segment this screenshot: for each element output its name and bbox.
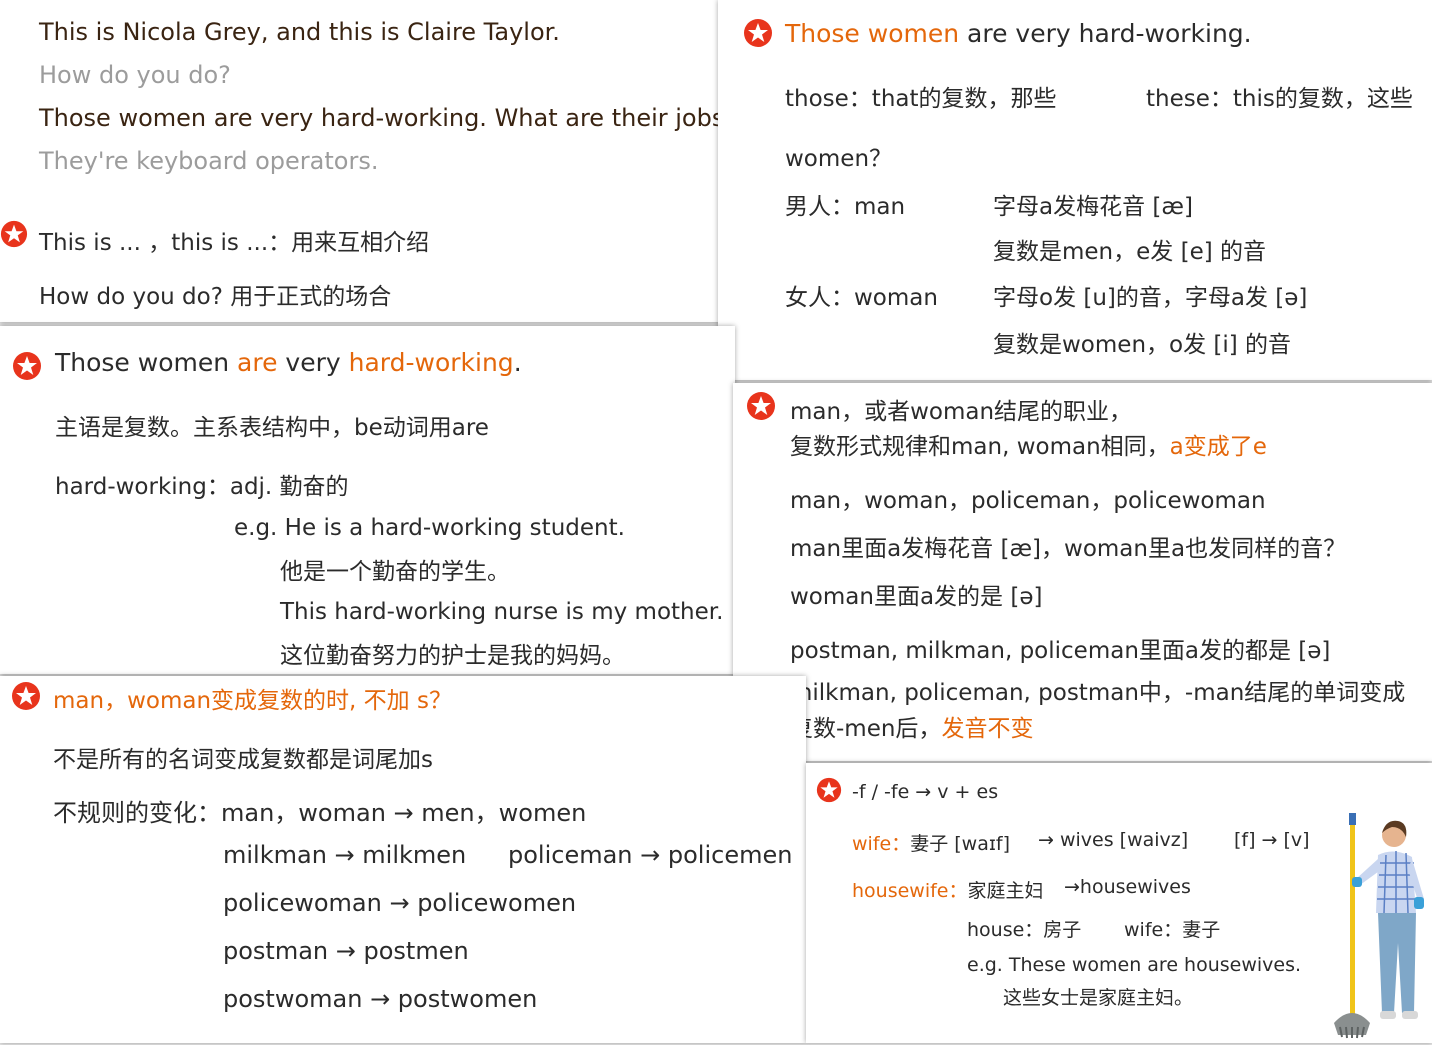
woman-desc-1: 字母o发 [u]的音，字母a发 [ə] [993,285,1308,311]
jobs-heading-2: 复数形式规律和man, woman相同，a变成了e [790,427,1267,461]
man-label: 男人：man [785,194,906,220]
housewife-word: housewife： [852,880,968,902]
irregular-heading: man，woman变成复数的时, 不加 s？ [53,688,452,714]
plural-text: 复数-men后， [790,716,942,742]
heading-rest: are very hard-working. [959,19,1252,48]
star-badge-icon [816,777,842,803]
woman-vowel-note: woman里面a发的是 [ə] [790,584,1043,610]
man-desc-2: 复数是men，e发 [e] 的音 [993,239,1267,265]
dialogue-line-2: How do you do? [39,61,231,89]
dialogue-line-1: This is Nicola Grey, and this is Claire … [39,18,560,46]
those-definition: those：that的复数，那些 [785,86,1057,112]
postman-plural: postman → postmen [223,937,469,965]
housewife-meaning: 家庭主妇 [967,880,1044,902]
vowel-question: man里面a发梅花音 [æ]，woman里a也发同样的音？ [790,536,1347,562]
policewoman-plural: policewoman → policewomen [223,889,577,917]
intro-note: This is ... ，this is ...：用来互相介绍 [39,230,430,256]
wife-definition: wife：妻子 [1124,919,1221,941]
panel-dialogue: This is Nicola Grey, and this is Claire … [0,0,737,322]
star-badge-icon [11,681,41,711]
star-badge-icon [746,391,776,421]
man-desc-1: 字母a发梅花音 [æ] [993,194,1193,220]
jobs-heading-1: man，或者woman结尾的职业， [790,399,1133,425]
sentence-heading: Those women are very hard-working. [785,19,1252,48]
wife-entry: wife：妻子 [waɪf] [852,829,1010,856]
woman-label: 女人：woman [785,285,938,311]
plural-note-2: 复数-men后，发音不变 [790,709,1033,743]
these-definition: these：this的复数，这些 [1146,86,1413,112]
housewives-example-translation: 这些女士是家庭主妇。 [1003,987,1194,1009]
house-definition: house：房子 [967,919,1082,941]
example-2: This hard-working nurse is my mother. [280,599,724,625]
housewives-plural: →housewives [1064,876,1191,898]
housewife-with-mop-illustration [1326,813,1430,1041]
heading-part-1: Those women [55,348,238,377]
hard-working-definition: hard-working：adj. 勤奋的 [55,474,349,500]
star-badge-icon [0,220,28,248]
dialogue-line-4: They're keyboard operators. [39,147,379,175]
example-2-translation: 这位勤奋努力的护士是我的妈妈。 [280,643,625,669]
job-words-vowel-note: postman, milkman, policeman里面a发的都是 [ə] [790,638,1331,664]
irregular-change: 不规则的变化：man，woman → men，women [53,799,587,827]
wife-meaning: 妻子 [waɪf] [910,833,1010,855]
irregular-note: 不是所有的名词变成复数都是词尾加s [53,747,433,773]
sentence-heading: Those women are very hard-working. [55,348,522,377]
panel-f-fe-plurals: -f / -fe → v + es wife：妻子 [waɪf] → wives… [806,763,1432,1043]
word-list: man，woman，policeman，policewoman [790,488,1266,514]
grammar-note: 主语是复数。主系表结构中，be动词用are [55,415,489,441]
star-badge-icon [12,351,42,381]
f-fe-rule-heading: -f / -fe → v + es [852,781,999,803]
panel-hard-working: Those women are very hard-working. 主语是复数… [0,326,735,674]
example-1: e.g. He is a hard-working student. [234,515,625,541]
plural-note-1: milkman, policeman, postman中，-man结尾的单词变成 [790,680,1406,706]
heading-period: . [513,348,522,377]
milkman-plural: milkman → milkmen [223,841,467,869]
formal-note: How do you do? 用于正式的场合 [39,284,392,310]
wife-word: wife： [852,833,911,855]
panel-irregular-plurals: man，woman变成复数的时, 不加 s？ 不是所有的名词变成复数都是词尾加s… [0,676,806,1043]
postwoman-plural: postwoman → postwomen [223,985,538,1013]
policeman-plural: policeman → policemen [508,841,793,869]
panel-man-woman-jobs: man，或者woman结尾的职业， 复数形式规律和man, woman相同，a变… [733,383,1432,761]
are-highlight: are [237,348,278,377]
women-question: women？ [785,146,893,172]
dialogue-line-3: Those women are very hard-working. What … [39,104,738,132]
star-badge-icon [743,18,773,48]
panel-women-pronunciation: Those women are very hard-working. those… [718,0,1432,380]
housewives-example: e.g. These women are housewives. [967,954,1302,976]
woman-desc-2: 复数是women，o发 [i] 的音 [993,332,1292,358]
example-1-translation: 他是一个勤奋的学生。 [280,559,510,585]
heading-part-2: very [277,348,349,377]
wives-plural: → wives [waivz] [1038,829,1189,851]
f-to-v-sound: [f] → [v] [1234,829,1310,851]
pronunciation-unchanged-highlight: 发音不变 [941,716,1034,742]
a-to-e-highlight: a变成了e [1169,434,1267,460]
housewife-entry: housewife：家庭主妇 [852,876,1044,903]
hard-working-highlight: hard-working [348,348,514,377]
rule-text: 复数形式规律和man, woman相同， [790,434,1170,460]
those-women-highlight: Those women [785,19,960,48]
